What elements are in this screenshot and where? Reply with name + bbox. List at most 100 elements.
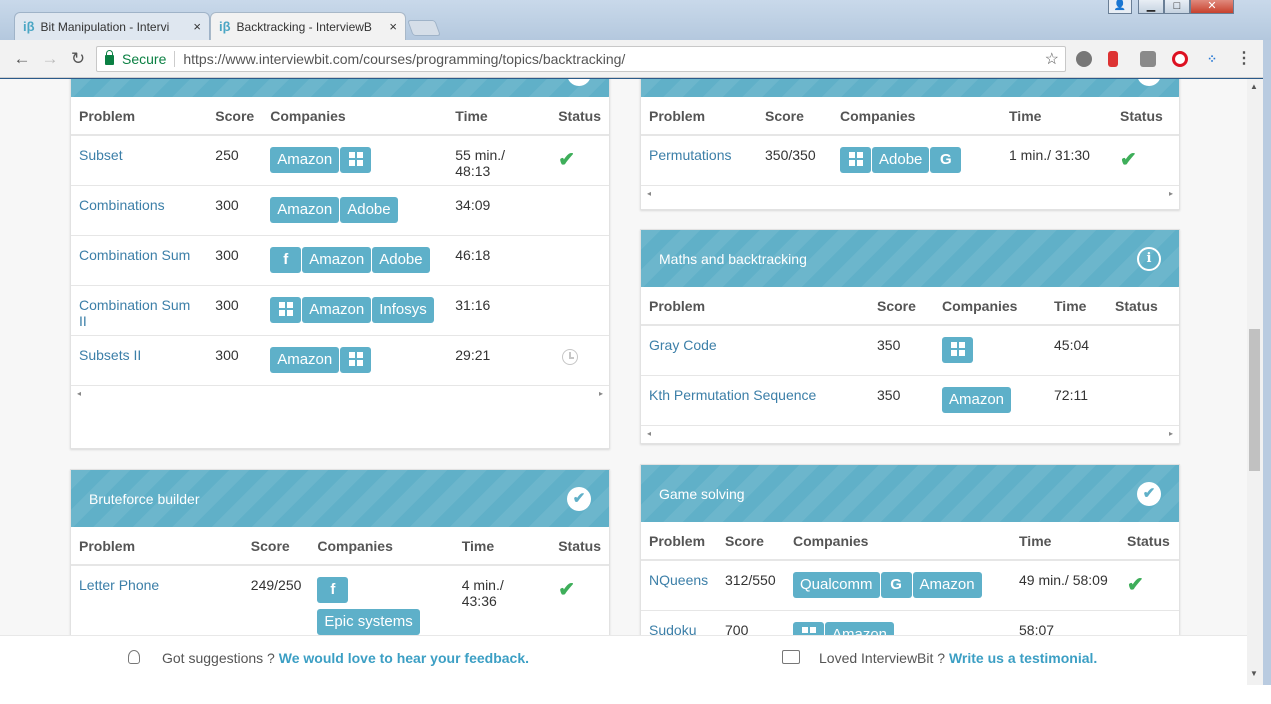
windows-logo-icon <box>278 302 293 316</box>
company-windows-icon[interactable] <box>270 297 302 323</box>
problem-link[interactable]: II <box>79 313 87 329</box>
status-cell <box>1107 375 1179 426</box>
menu-kebab-icon[interactable]: ⋮ <box>1236 51 1252 67</box>
company-windows-icon[interactable] <box>840 147 871 173</box>
card-subsets-combinations: ✔ Problem Score Companies Time Status Su… <box>70 79 610 449</box>
reload-icon[interactable]: ↻ <box>68 49 88 69</box>
profile-icon[interactable]: 👤 <box>1108 0 1132 14</box>
back-arrow-icon[interactable]: ← <box>12 49 32 69</box>
problem-link[interactable]: Combination Sum <box>79 247 190 263</box>
problem-cell: Gray Code <box>641 325 869 376</box>
problem-cell: Subset <box>71 135 208 186</box>
divider <box>174 51 176 67</box>
bookmark-star-icon[interactable]: ☆ <box>1045 49 1059 69</box>
lightbulb-icon <box>128 650 140 664</box>
problem-link[interactable]: Permutations <box>649 147 731 163</box>
card-permutations: ✔ Problem Score Companies Time Status Pe… <box>640 79 1180 210</box>
solved-check-icon: ✔ <box>558 579 575 601</box>
tab-bit-manipulation[interactable]: iβ Bit Manipulation - Intervi × <box>14 12 210 40</box>
secure-indicator[interactable]: Secure <box>105 50 166 67</box>
table-row: Permutations 350/350 Adobe G 1 min./ 31:30 ✔ <box>641 135 1179 186</box>
problem-link[interactable]: Kth Permutation Sequence <box>649 387 816 403</box>
info-icon[interactable]: i <box>1137 247 1161 271</box>
company-badge[interactable]: Adobe <box>340 197 398 223</box>
col-time: Time <box>1046 287 1107 326</box>
col-status: Status <box>1119 522 1179 561</box>
solved-check-icon: ✔ <box>1120 149 1137 171</box>
problem-link[interactable]: Subset <box>79 147 123 163</box>
card-header: ✔ <box>641 79 1179 97</box>
horizontal-scrollbar[interactable]: ◂ ▸ <box>641 186 1179 200</box>
testimonial-link[interactable]: Write us a testimonial. <box>949 650 1097 666</box>
company-badge[interactable]: Amazon <box>270 147 340 173</box>
company-facebook-icon[interactable]: f <box>317 577 349 603</box>
problem-link[interactable]: Combination Sum <box>79 297 190 313</box>
company-badge[interactable]: Qualcomm <box>793 572 880 598</box>
scrollbar-thumb[interactable] <box>1249 329 1260 471</box>
opera-icon[interactable] <box>1172 51 1188 67</box>
close-tab-icon[interactable]: × <box>193 19 201 34</box>
col-time: Time <box>1011 522 1119 561</box>
status-cell <box>550 285 609 336</box>
forward-arrow-icon[interactable]: → <box>40 49 60 69</box>
col-time: Time <box>453 527 551 566</box>
company-badge[interactable]: Adobe <box>372 247 430 273</box>
company-badge[interactable]: Amazon <box>270 197 340 223</box>
score-cell: 300 <box>207 185 263 236</box>
problem-link[interactable]: Combinations <box>79 197 165 213</box>
problem-link[interactable]: Gray Code <box>649 337 717 353</box>
company-windows-icon[interactable] <box>942 337 973 363</box>
time-cell: 46:18 <box>447 235 551 286</box>
extension-red-icon[interactable] <box>1108 51 1118 67</box>
company-google-icon[interactable]: G <box>880 572 912 598</box>
col-companies: Companies <box>262 97 448 136</box>
maximize-button[interactable]: □ <box>1164 0 1190 14</box>
problem-link[interactable]: NQueens <box>649 572 708 588</box>
problem-link[interactable]: Subsets II <box>79 347 141 363</box>
problem-link[interactable]: Letter Phone <box>79 577 159 593</box>
close-tab-icon[interactable]: × <box>389 19 397 34</box>
col-companies: Companies <box>785 522 1011 561</box>
company-badge[interactable]: Amazon <box>302 247 372 273</box>
company-badge[interactable]: Infosys <box>372 297 434 323</box>
col-status: Status <box>550 527 609 566</box>
table-row: Combination Sum II 300 Amazon Infosys 31:16 <box>71 285 609 336</box>
company-badge[interactable]: Amazon <box>302 297 372 323</box>
extension-blue-dots-icon[interactable]: ⁘ <box>1204 51 1220 67</box>
card-header: ✔ <box>71 79 609 97</box>
company-google-icon[interactable]: G <box>930 147 962 173</box>
horizontal-scrollbar[interactable]: ◂ ▸ <box>71 386 609 400</box>
browser-titlebar: iβ Bit Manipulation - Intervi × iβ Backt… <box>0 0 1271 40</box>
tab-backtracking[interactable]: iβ Backtracking - InterviewB × <box>210 12 406 40</box>
lock-icon <box>105 50 114 65</box>
interviewbit-logo-icon: iβ <box>219 19 231 34</box>
score-cell: 250 <box>207 135 263 186</box>
col-status: Status <box>550 97 609 136</box>
col-score: Score <box>717 522 785 561</box>
company-facebook-icon[interactable]: f <box>270 247 302 273</box>
col-companies: Companies <box>934 287 1046 326</box>
company-badge[interactable]: Amazon <box>270 347 340 373</box>
scroll-down-icon[interactable]: ▼ <box>1250 669 1258 678</box>
feedback-link[interactable]: We would love to hear your feedback. <box>279 650 529 666</box>
company-badge[interactable]: Epic systems <box>317 609 420 635</box>
col-status: Status <box>1112 97 1179 136</box>
vertical-scrollbar[interactable]: ▲ ▼ <box>1247 79 1263 685</box>
address-bar[interactable]: Secure https://www.interviewbit.com/cour… <box>96 46 1066 72</box>
company-badge[interactable]: Amazon <box>912 572 982 598</box>
company-badge[interactable]: Adobe <box>872 147 930 173</box>
extension-angular-icon[interactable] <box>1076 51 1092 67</box>
scroll-up-icon[interactable]: ▲ <box>1250 82 1258 91</box>
extension-grey-icon[interactable] <box>1140 51 1156 67</box>
col-problem: Problem <box>71 97 208 136</box>
company-badge[interactable]: Amazon <box>942 387 1012 413</box>
solved-check-icon: ✔ <box>1137 482 1161 506</box>
horizontal-scrollbar[interactable]: ◂ ▸ <box>641 426 1179 440</box>
company-windows-icon[interactable] <box>340 347 372 373</box>
url-text[interactable]: https://www.interviewbit.com/courses/pro… <box>183 51 625 67</box>
company-windows-icon[interactable] <box>340 147 372 173</box>
new-tab-button[interactable] <box>407 20 441 36</box>
minimize-button[interactable]: ▁ <box>1138 0 1164 14</box>
close-window-button[interactable]: ✕ <box>1190 0 1234 14</box>
score-cell: 350/350 <box>757 135 832 186</box>
